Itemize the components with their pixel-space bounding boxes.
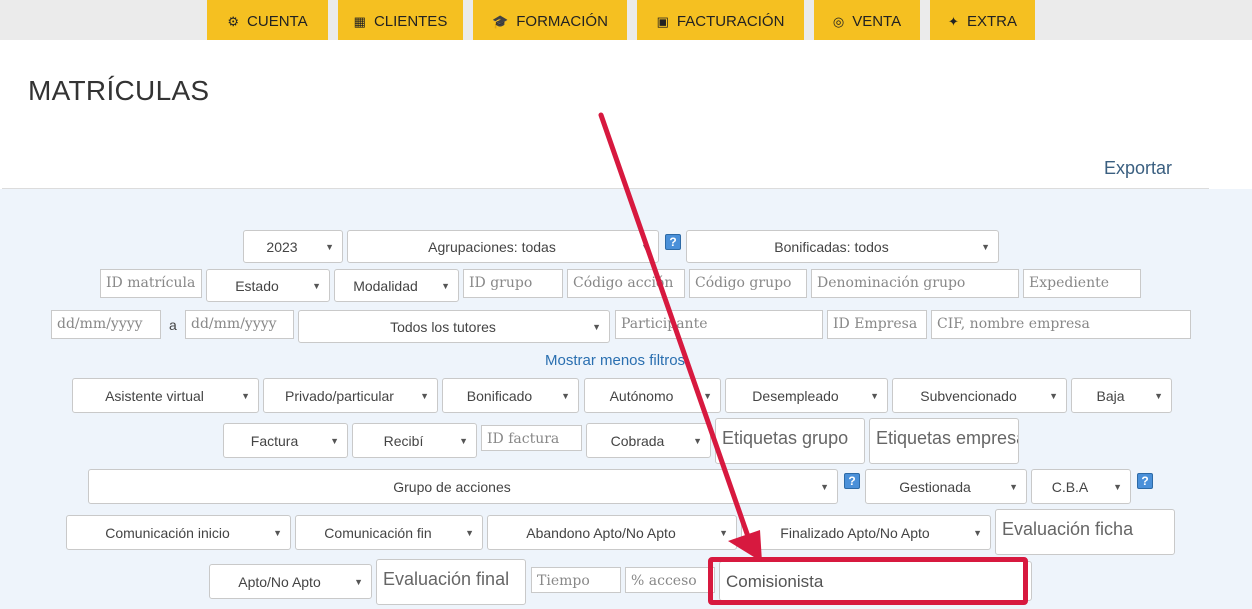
annotation-arrow-icon — [598, 112, 762, 562]
